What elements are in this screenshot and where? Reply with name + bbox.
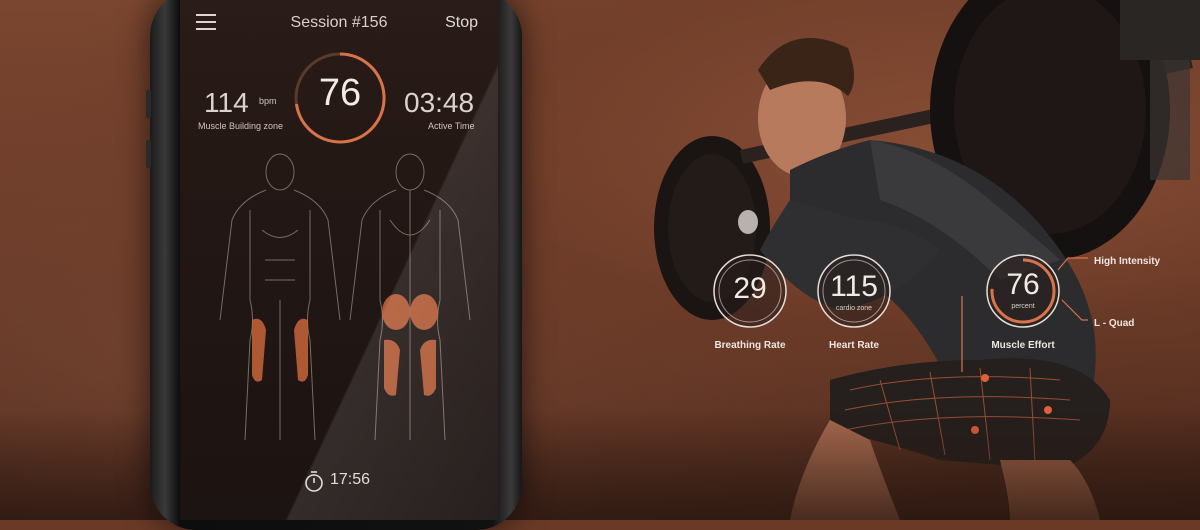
breathing-rate-label: Breathing Rate xyxy=(714,340,786,351)
stop-button[interactable]: Stop xyxy=(445,14,478,32)
muscle-effort-value: 76 xyxy=(1006,268,1040,301)
heart-rate-unit: bpm xyxy=(259,96,277,106)
muscle-effort-label: Muscle Effort xyxy=(991,340,1055,351)
heart-rate-zone: cardio zone xyxy=(835,305,873,312)
stopwatch-icon xyxy=(305,471,323,492)
phone-side-button xyxy=(146,90,151,118)
muscle-callout: L - Quad xyxy=(1094,318,1135,329)
heart-rate-overlay-label: Heart Rate xyxy=(828,340,880,351)
intensity-callout: High Intensity xyxy=(1094,256,1161,267)
heart-zone-label: Muscle Building zone xyxy=(198,121,284,131)
phone-screen: Session #156 Stop 76 114 bpm Muscle Buil… xyxy=(180,0,498,520)
session-timer: 17:56 xyxy=(330,471,371,488)
active-time-label: Active Time xyxy=(428,121,475,131)
score-value: 76 xyxy=(318,72,362,114)
heart-rate-value: 114 xyxy=(204,87,249,118)
muscle-effort-unit: percent xyxy=(1011,303,1035,310)
phone-side-button xyxy=(146,140,151,168)
muscle-map xyxy=(219,153,471,441)
breathing-rate-value: 29 xyxy=(733,272,767,305)
active-time-value: 03:48 xyxy=(404,87,475,118)
heart-rate-overlay-value: 115 xyxy=(830,270,878,303)
